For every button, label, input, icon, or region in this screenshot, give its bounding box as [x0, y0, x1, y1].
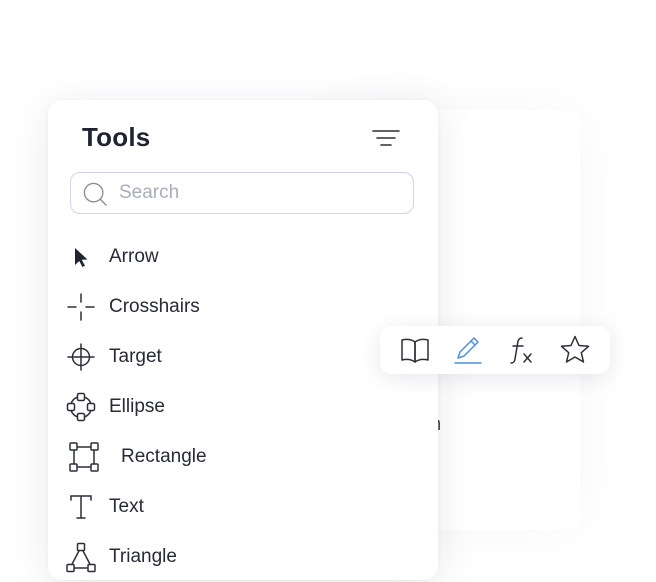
- star-icon: [561, 335, 590, 363]
- tool-item-arrow[interactable]: Arrow: [64, 232, 424, 282]
- tool-label: Ellipse: [109, 396, 165, 417]
- search-box: [70, 172, 414, 214]
- tool-item-target[interactable]: Target: [64, 332, 424, 382]
- tool-list: Arrow Crosshairs Target Ellipse Rectangl…: [64, 232, 424, 582]
- filter-lines-icon: [372, 130, 400, 146]
- floating-toolbar: [380, 326, 610, 374]
- tool-label: Rectangle: [121, 446, 207, 467]
- tool-label: Text: [109, 496, 144, 517]
- tool-label: Target: [109, 346, 162, 367]
- book-icon: [401, 338, 429, 363]
- tool-item-ellipse[interactable]: Ellipse: [64, 382, 424, 432]
- panel-title: Tools: [82, 122, 151, 152]
- ellipse-icon: [64, 390, 98, 424]
- function-button[interactable]: [505, 333, 539, 367]
- crosshairs-icon: [64, 290, 98, 324]
- tool-item-text[interactable]: Text: [64, 482, 424, 532]
- star-button[interactable]: [558, 333, 592, 367]
- pen-button[interactable]: [451, 333, 485, 367]
- tool-item-rectangle[interactable]: Rectangle: [64, 432, 424, 482]
- text-icon: [64, 490, 98, 524]
- pen-icon: [454, 337, 482, 364]
- tool-label: Triangle: [109, 546, 177, 567]
- rectangle-icon: [64, 440, 104, 474]
- triangle-icon: [64, 540, 98, 574]
- search-icon: [83, 181, 107, 206]
- tool-label: Arrow: [109, 246, 159, 267]
- tool-item-triangle[interactable]: Triangle: [64, 532, 424, 582]
- filter-button[interactable]: [370, 126, 402, 150]
- function-icon: [510, 337, 532, 364]
- tool-label: Crosshairs: [109, 296, 200, 317]
- tool-item-crosshairs[interactable]: Crosshairs: [64, 282, 424, 332]
- target-icon: [64, 340, 98, 374]
- search-input[interactable]: [117, 181, 401, 205]
- arrow-cursor-icon: [64, 240, 98, 274]
- book-button[interactable]: [398, 333, 432, 367]
